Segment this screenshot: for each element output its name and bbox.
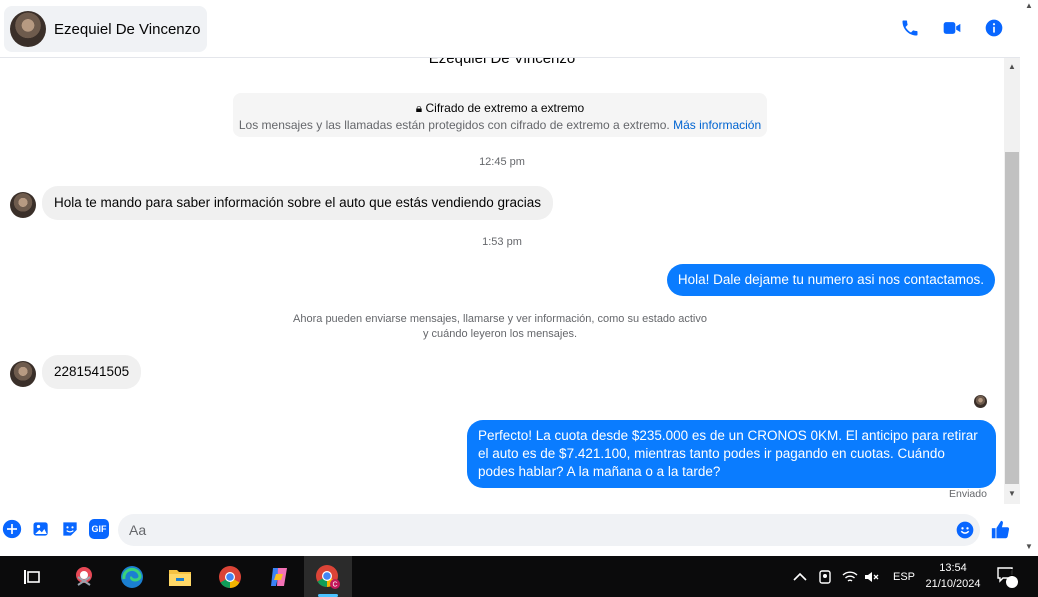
page-scroll-down-icon[interactable]: ▼ (1022, 542, 1036, 554)
incoming-message-row: 2281541505 (10, 355, 142, 389)
incoming-message-row: Hola te mando para saber información sob… (10, 186, 554, 220)
encryption-text: Los mensajes y las llamadas están proteg… (238, 118, 670, 132)
timestamp: 12:45 pm (479, 156, 525, 168)
message-input[interactable] (118, 514, 980, 546)
scrollbar-thumb[interactable] (1005, 152, 1019, 484)
outgoing-message[interactable]: Perfecto! La cuota desde $235.000 es de … (467, 420, 996, 488)
contact-avatar (10, 11, 46, 47)
message-composer: GIF (0, 506, 1020, 556)
incoming-message[interactable]: Hola te mando para saber información sob… (42, 186, 554, 220)
volume-muted-icon[interactable] (864, 556, 880, 597)
input-language[interactable]: ESP (893, 556, 915, 597)
contact-name: Ezequiel De Vincenzo (54, 20, 201, 38)
like-icon[interactable] (990, 519, 1012, 541)
emoji-icon[interactable] (955, 520, 975, 540)
edge-browser-icon[interactable] (117, 562, 147, 592)
system-notice: Ahora pueden enviarse mensajes, llamarse… (293, 313, 707, 340)
video-call-icon[interactable] (942, 18, 962, 38)
sticker-icon[interactable] (60, 519, 80, 539)
contact-profile-button[interactable]: Ezequiel De Vincenzo (4, 6, 207, 52)
page-scroll-up-icon[interactable]: ▲ (1022, 1, 1036, 13)
show-hidden-icons-chevron-icon[interactable] (793, 556, 807, 597)
windows-taskbar: C ESP 13:54 21/10/2024 1 (0, 556, 1038, 597)
more-info-link[interactable]: Más información (673, 118, 761, 132)
message-thread: Ezequiel De Vincenzo 🔒︎ Cifrado de extre… (0, 58, 1004, 506)
clock-date: 21/10/2024 (925, 578, 981, 590)
meet-now-icon[interactable] (818, 556, 832, 597)
snipping-tool-icon[interactable] (69, 562, 99, 592)
gif-icon[interactable]: GIF (89, 519, 109, 539)
thread-top-name: Ezequiel De Vincenzo (428, 58, 576, 67)
wifi-icon[interactable] (842, 556, 858, 597)
lock-icon: 🔒︎ (415, 101, 423, 115)
conversation-header: Ezequiel De Vincenzo (0, 0, 1020, 58)
outgoing-message[interactable]: Hola! Dale dejame tu numero asi nos cont… (666, 264, 995, 296)
encryption-title: Cifrado de extremo a extremo (425, 101, 585, 115)
seen-indicator-avatar (974, 395, 987, 408)
sender-avatar[interactable] (10, 361, 36, 387)
chrome-profile-icon[interactable]: C (313, 562, 343, 592)
notification-badge: 1 (1009, 567, 1015, 579)
info-icon[interactable] (984, 18, 1004, 38)
sender-avatar[interactable] (10, 192, 36, 218)
encryption-notice: 🔒︎ Cifrado de extremo a extremo Los mens… (233, 93, 767, 137)
image-icon[interactable] (31, 519, 51, 539)
file-explorer-icon[interactable] (165, 562, 195, 592)
clock-time: 13:54 (939, 562, 967, 574)
scroll-down-arrow-icon[interactable]: ▼ (1006, 488, 1018, 500)
copilot-icon[interactable] (264, 562, 294, 592)
notification-center-icon[interactable] (996, 556, 1020, 597)
chrome-browser-icon[interactable] (215, 562, 245, 592)
svg-text:C: C (332, 582, 337, 589)
timestamp: 1:53 pm (482, 236, 522, 248)
phone-icon[interactable] (900, 18, 920, 38)
task-view-icon[interactable] (17, 562, 47, 592)
incoming-message[interactable]: 2281541505 (42, 355, 142, 389)
scroll-up-arrow-icon[interactable]: ▲ (1006, 61, 1018, 73)
delivery-status: Enviado (949, 488, 987, 500)
plus-icon[interactable] (2, 519, 22, 539)
system-clock[interactable]: 13:54 21/10/2024 (922, 560, 984, 592)
